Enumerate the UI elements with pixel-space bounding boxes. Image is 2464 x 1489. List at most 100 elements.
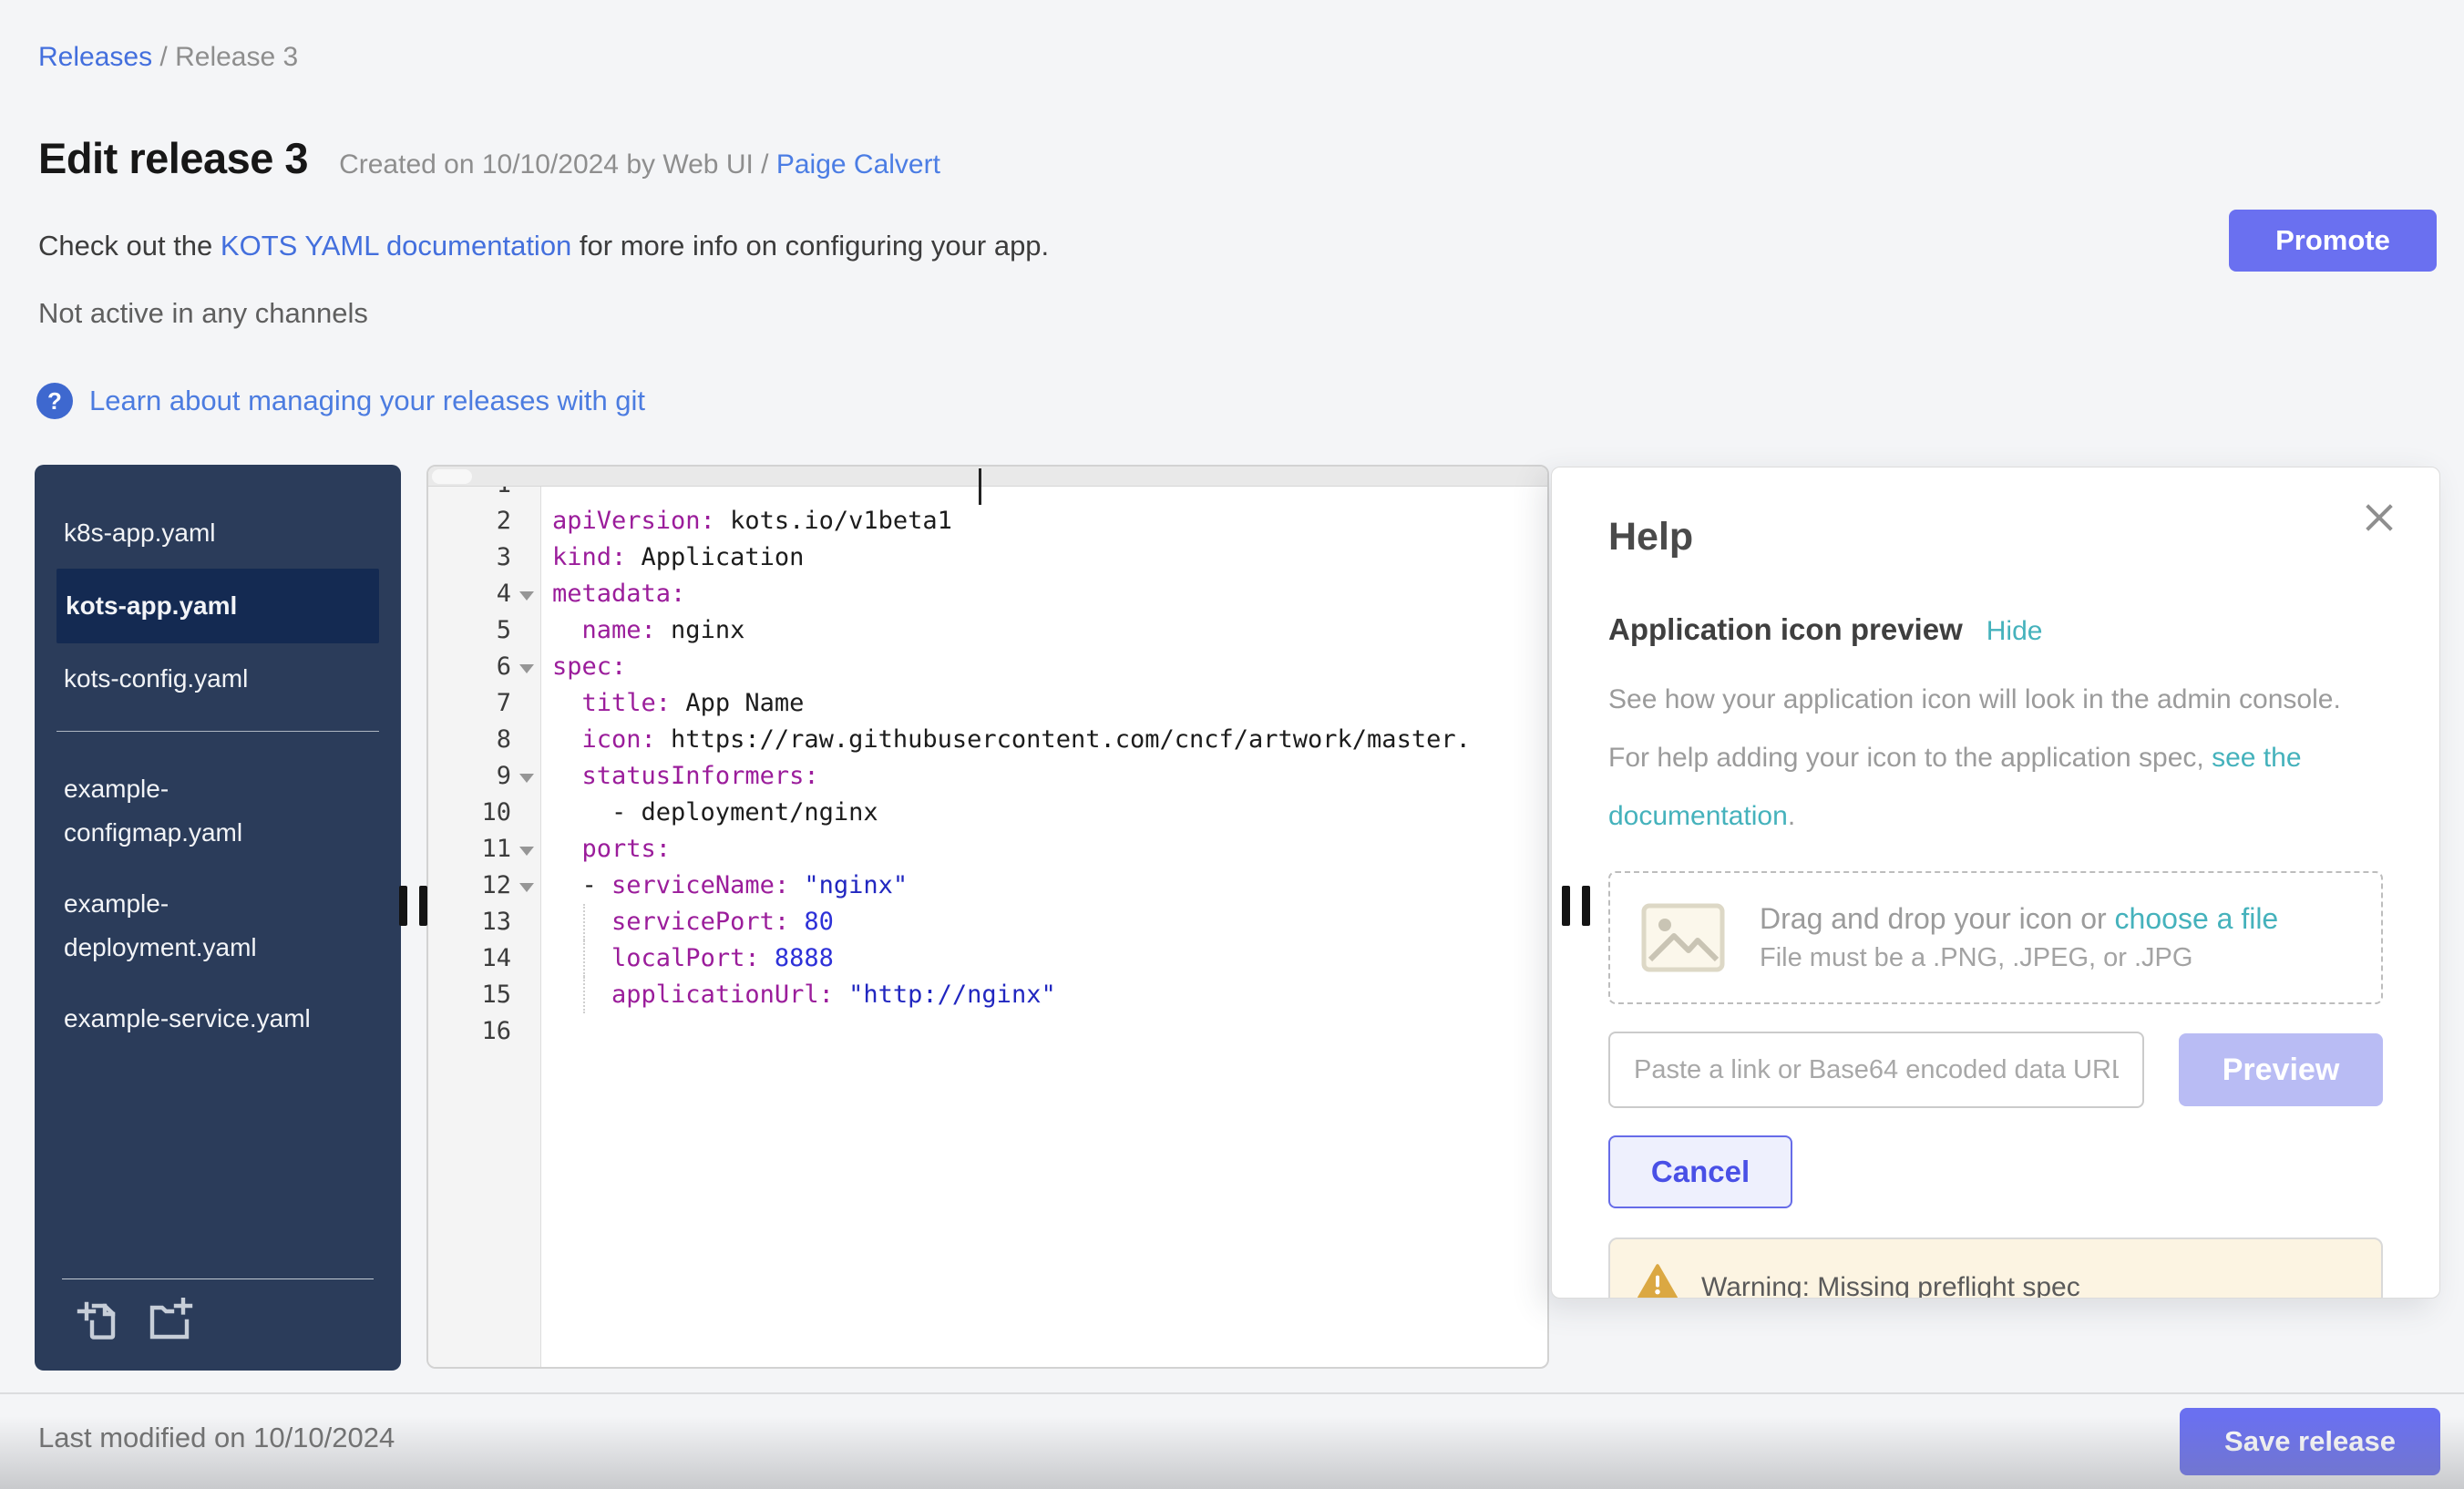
fold-slot xyxy=(511,904,541,940)
sidebar-resize-handle[interactable] xyxy=(399,886,427,926)
line-number: 6 xyxy=(428,649,511,685)
warning-icon xyxy=(1638,1263,1678,1299)
fold-slot xyxy=(511,649,541,685)
code-line[interactable]: 11 ports: xyxy=(428,831,1547,868)
code-line[interactable]: 4 metadata: xyxy=(428,576,1547,612)
sidebar-file-k8s-app.yaml[interactable]: k8s-app.yaml xyxy=(56,498,379,569)
editor-scrollbar[interactable] xyxy=(428,467,1547,487)
code-line[interactable]: 3 kind: Application xyxy=(428,539,1547,576)
code-line[interactable]: 16 xyxy=(428,1013,1547,1050)
fold-slot xyxy=(511,868,541,904)
code-lines: 1---2apiVersion: kots.io/v1beta13kind: A… xyxy=(428,467,1547,1050)
icon-preview-title: Application icon preview xyxy=(1608,612,1963,647)
code-line[interactable]: 10 - deployment/nginx xyxy=(428,795,1547,831)
close-icon xyxy=(2361,499,2397,536)
line-number: 3 xyxy=(428,539,511,576)
preflight-warning-box: Warning: Missing preflight spec Warning … xyxy=(1608,1237,2383,1299)
kots-file-list: k8s-app.yamlkots-app.yamlkots-config.yam… xyxy=(35,465,401,714)
line-number: 16 xyxy=(428,1013,511,1050)
icon-dropzone[interactable]: Drag and drop your icon or choose a file… xyxy=(1608,871,2383,1004)
fold-slot xyxy=(511,977,541,1013)
hide-link[interactable]: Hide xyxy=(1987,616,2043,647)
sidebar-bottom-divider xyxy=(62,1278,374,1279)
code-line[interactable]: 13 servicePort: 80 xyxy=(428,904,1547,940)
promote-button[interactable]: Promote xyxy=(2229,210,2437,272)
code-text xyxy=(541,1013,1547,1050)
code-line[interactable]: 12 - serviceName: "nginx" xyxy=(428,868,1547,904)
created-author-link[interactable]: Paige Calvert xyxy=(776,149,940,180)
created-line: Created on 10/10/2024 by Web UI / Paige … xyxy=(339,149,940,180)
title-row: Edit release 3 Created on 10/10/2024 by … xyxy=(38,133,940,183)
fold-slot xyxy=(511,940,541,977)
fold-slot xyxy=(511,1013,541,1050)
sidebar-file-example-service.yaml[interactable]: example-service.yaml xyxy=(56,983,379,1054)
code-text: - deployment/nginx xyxy=(541,795,1547,831)
cancel-button[interactable]: Cancel xyxy=(1608,1135,1792,1208)
fold-slot xyxy=(511,576,541,612)
code-line[interactable]: 7 title: App Name xyxy=(428,685,1547,722)
icon-preview-description: See how your application icon will look … xyxy=(1608,671,2356,846)
code-line[interactable]: 9 statusInformers: xyxy=(428,758,1547,795)
icon-url-row: Preview xyxy=(1608,1032,2383,1108)
line-number: 13 xyxy=(428,904,511,940)
breadcrumb-separator: / xyxy=(159,42,175,72)
page-title: Edit release 3 xyxy=(38,133,308,183)
file-list-divider xyxy=(56,731,379,732)
code-line[interactable]: 6spec: xyxy=(428,649,1547,685)
dropzone-texts: Drag and drop your icon or choose a file… xyxy=(1760,902,2278,973)
footer-divider xyxy=(0,1392,2464,1394)
code-text: applicationUrl: "http://nginx" xyxy=(541,977,1547,1013)
fold-arrow-icon[interactable] xyxy=(519,591,534,601)
fold-arrow-icon[interactable] xyxy=(519,774,534,783)
choose-file-link[interactable]: choose a file xyxy=(2115,902,2279,935)
file-sidebar: k8s-app.yamlkots-app.yamlkots-config.yam… xyxy=(35,465,401,1371)
sidebar-actions xyxy=(75,1298,193,1345)
git-releases-link[interactable]: Learn about managing your releases with … xyxy=(89,385,645,417)
code-text: servicePort: 80 xyxy=(541,904,1547,940)
code-text: apiVersion: kots.io/v1beta1 xyxy=(541,503,1547,539)
help-resize-handle[interactable] xyxy=(1562,886,1590,926)
save-release-button[interactable]: Save release xyxy=(2180,1408,2440,1475)
code-text: kind: Application xyxy=(541,539,1547,576)
line-number: 4 xyxy=(428,576,511,612)
code-line[interactable]: 5 name: nginx xyxy=(428,612,1547,649)
code-text: title: App Name xyxy=(541,685,1547,722)
code-line[interactable]: 14 localPort: 8888 xyxy=(428,940,1547,977)
line-number: 11 xyxy=(428,831,511,868)
warning-texts: Warning: Missing preflight spec Warning … xyxy=(1701,1261,2267,1299)
preview-button[interactable]: Preview xyxy=(2179,1033,2383,1106)
sidebar-file-kots-config.yaml[interactable]: kots-config.yaml xyxy=(56,643,379,714)
line-number: 12 xyxy=(428,868,511,904)
code-text: localPort: 8888 xyxy=(541,940,1547,977)
fold-arrow-icon[interactable] xyxy=(519,847,534,856)
new-folder-button[interactable] xyxy=(146,1298,193,1345)
new-file-button[interactable] xyxy=(75,1298,122,1345)
close-help-button[interactable] xyxy=(2359,498,2399,539)
fold-slot xyxy=(511,685,541,722)
code-line[interactable]: 8 icon: https://raw.githubusercontent.co… xyxy=(428,722,1547,758)
code-text: name: nginx xyxy=(541,612,1547,649)
fold-arrow-icon[interactable] xyxy=(519,664,534,673)
fold-arrow-icon[interactable] xyxy=(519,883,534,892)
sidebar-file-kots-app.yaml[interactable]: kots-app.yaml xyxy=(56,569,379,643)
channel-status: Not active in any channels xyxy=(38,297,368,330)
git-help-row: ? Learn about managing your releases wit… xyxy=(36,383,645,419)
code-text: metadata: xyxy=(541,576,1547,612)
sidebar-file-example-deployment.yaml[interactable]: example-deployment.yaml xyxy=(56,868,379,983)
sidebar-file-example-configmap.yaml[interactable]: example-configmap.yaml xyxy=(56,754,379,868)
fold-slot xyxy=(511,831,541,868)
code-line[interactable]: 15 applicationUrl: "http://nginx" xyxy=(428,977,1547,1013)
edit-release-page: Releases / Release 3 Edit release 3 Crea… xyxy=(0,0,2464,1489)
yaml-editor[interactable]: 1---2apiVersion: kots.io/v1beta13kind: A… xyxy=(426,465,1549,1369)
breadcrumb-current: Release 3 xyxy=(175,42,298,72)
icon-url-input[interactable] xyxy=(1608,1032,2144,1108)
code-text: icon: https://raw.githubusercontent.com/… xyxy=(541,722,1547,758)
breadcrumb-releases-link[interactable]: Releases xyxy=(38,42,152,72)
code-line[interactable]: 2apiVersion: kots.io/v1beta1 xyxy=(428,503,1547,539)
last-modified-text: Last modified on 10/10/2024 xyxy=(38,1422,395,1454)
editor-scrollbar-thumb[interactable] xyxy=(432,469,472,484)
line-number: 7 xyxy=(428,685,511,722)
kots-yaml-docs-link[interactable]: KOTS YAML documentation xyxy=(221,230,571,262)
warning-line1: Warning: Missing preflight spec xyxy=(1701,1261,2267,1299)
fold-slot xyxy=(511,612,541,649)
